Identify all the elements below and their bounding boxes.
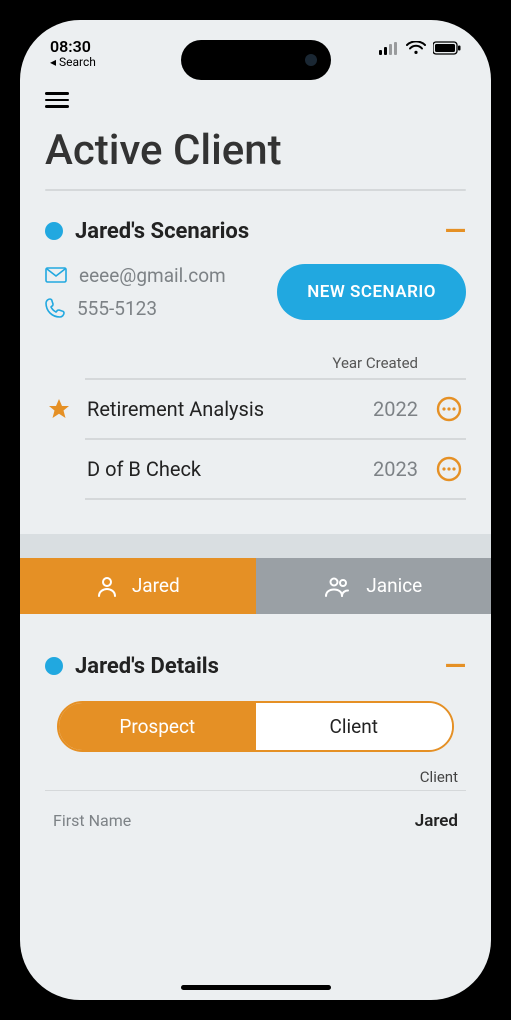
client-phone[interactable]: 555-5123 — [77, 297, 157, 320]
page-title: Active Client — [45, 126, 466, 175]
scenarios-title: Jared's Scenarios — [75, 219, 433, 244]
segment-prospect[interactable]: Prospect — [59, 703, 256, 750]
details-subheader: Client — [420, 768, 458, 786]
more-icon — [436, 456, 462, 482]
status-dot — [45, 222, 63, 240]
tab-secondary-person[interactable]: Janice — [256, 558, 492, 614]
scenario-more-button[interactable] — [432, 456, 466, 482]
collapse-scenarios-icon[interactable]: — — [445, 224, 466, 238]
menu-icon[interactable] — [45, 92, 69, 108]
title-divider — [45, 189, 466, 191]
tab-primary-label: Jared — [132, 574, 180, 597]
details-title: Jared's Details — [75, 654, 433, 679]
new-scenario-button[interactable]: NEW SCENARIO — [277, 264, 466, 320]
client-email[interactable]: eeee@gmail.com — [79, 264, 226, 287]
section-separator — [20, 534, 491, 558]
tab-primary-person[interactable]: Jared — [20, 558, 256, 614]
phone-icon — [45, 298, 65, 318]
wifi-icon — [406, 41, 426, 55]
scenario-year: 2022 — [348, 397, 418, 421]
email-icon — [45, 267, 67, 283]
year-created-header: Year Created — [332, 354, 418, 372]
home-indicator[interactable] — [181, 985, 331, 990]
status-dot — [45, 657, 63, 675]
phone-dynamic-island — [181, 40, 331, 80]
field-value: Jared — [415, 811, 458, 831]
tab-secondary-label: Janice — [366, 574, 422, 597]
more-icon — [436, 396, 462, 422]
battery-icon — [433, 41, 461, 55]
scenario-name: D of B Check — [87, 457, 334, 481]
field-label: First Name — [53, 811, 131, 830]
status-back-to-search[interactable]: ◂ Search — [50, 56, 96, 69]
collapse-details-icon[interactable]: — — [445, 659, 466, 673]
cellular-icon — [379, 42, 399, 55]
status-time: 08:30 — [50, 38, 96, 56]
client-type-segmented[interactable]: Prospect Client — [57, 701, 454, 752]
scenario-row[interactable]: D of B Check 2023 — [45, 440, 466, 498]
scenario-year: 2023 — [348, 457, 418, 481]
scenario-name: Retirement Analysis — [87, 397, 334, 421]
people-icon — [324, 575, 352, 597]
row-divider — [85, 498, 466, 500]
scenario-row[interactable]: Retirement Analysis 2022 — [45, 380, 466, 438]
field-row: First Name Jared — [45, 807, 466, 835]
segment-client[interactable]: Client — [256, 703, 453, 750]
person-icon — [96, 575, 118, 597]
details-divider — [45, 790, 466, 791]
scenario-more-button[interactable] — [432, 396, 466, 422]
star-icon — [47, 397, 71, 421]
